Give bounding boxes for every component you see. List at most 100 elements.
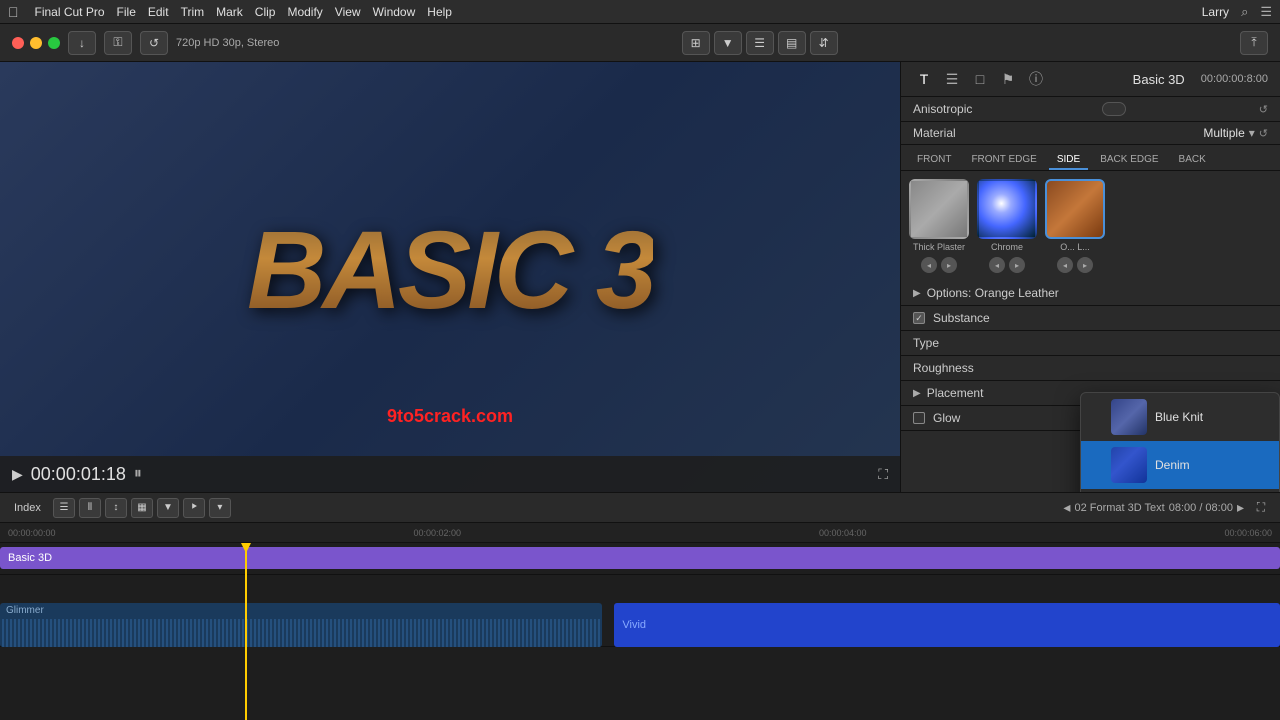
tl-ctrl-4[interactable]: ▦ (131, 498, 153, 518)
inspector-btn[interactable]: ⇵ (810, 31, 838, 55)
user-name: Larry (1202, 5, 1229, 19)
ruler-mark-3: 00:00:06:00 (1224, 528, 1272, 538)
search-icon[interactable]: ⌕ (1241, 4, 1248, 20)
swatch-next-btn[interactable]: ▸ (941, 257, 957, 273)
menu-trim[interactable]: Trim (181, 5, 205, 19)
reset-aniso-icon[interactable]: ↺ (1259, 103, 1268, 116)
index-button[interactable]: Index (8, 500, 47, 516)
substance-checkbox[interactable]: ✓ (913, 312, 925, 324)
swatch-chrome[interactable]: Chrome ◂ ▸ (977, 179, 1037, 273)
menu-modify[interactable]: Modify (287, 5, 322, 19)
menu-edit[interactable]: Edit (148, 5, 169, 19)
fullscreen-icon[interactable]: ⛶ (878, 466, 888, 483)
chrome-next-btn[interactable]: ▸ (1009, 257, 1025, 273)
viewer-bottom-bar: ▶ 00:00:01:18 ⏸ ⛶ (0, 456, 900, 492)
inspector-title: Basic 3D (1133, 72, 1185, 87)
material-tabs: FRONT FRONT EDGE SIDE BACK EDGE BACK (901, 145, 1280, 171)
text-inspector-tab[interactable]: T (913, 68, 935, 90)
inspector-panel: T ☰ □ ⚑ ⓘ Basic 3D 00:00:00:8:00 Anisotr… (900, 62, 1280, 492)
export-btn[interactable]: ⤒ (1240, 31, 1268, 55)
triangle-icon: ▶ (913, 288, 921, 299)
dropdown-item-blue-knit[interactable]: Blue Knit (1081, 393, 1279, 441)
roughness-label: Roughness (913, 361, 1268, 375)
tl-timecodes: ◂ 02 Format 3D Text 08:00 / 08:00 ▸ (1063, 499, 1244, 516)
pause-icon[interactable]: ⏸ (134, 465, 142, 483)
swatch-prev-btn[interactable]: ◂ (921, 257, 937, 273)
expand-btn[interactable]: ▼ (714, 31, 742, 55)
timeline: Index ☰ ⦀ ↕ ▦ ▼ ⯈ ▾ ◂ 02 Format 3D Text … (0, 492, 1280, 720)
dropdown-item-denim[interactable]: Denim (1081, 441, 1279, 489)
track-basic3d: Basic 3D (0, 543, 1280, 575)
rect-inspector-tab[interactable]: □ (969, 68, 991, 90)
reset-material-icon[interactable]: ↺ (1259, 127, 1268, 140)
type-row: Type (901, 331, 1280, 356)
swatch-chrome-label: Chrome (991, 242, 1023, 252)
tab-back-edge[interactable]: BACK EDGE (1092, 151, 1166, 170)
playhead[interactable] (245, 543, 247, 720)
tl-prev-btn[interactable]: ◂ (1063, 499, 1070, 516)
ruler-mark-1: 00:00:02:00 (413, 528, 461, 538)
close-button[interactable] (12, 37, 24, 49)
tab-front-edge[interactable]: FRONT EDGE (963, 151, 1044, 170)
checkmark-icon: ✓ (915, 313, 923, 324)
tl-ctrl-2[interactable]: ⦀ (79, 498, 101, 518)
menu-window[interactable]: Window (373, 5, 416, 19)
viewer-background: BASIC 3 9to5crack.com (0, 62, 900, 492)
tl-ctrl-cursor[interactable]: ⯈ (183, 498, 205, 518)
vivid-clip[interactable]: Vivid (614, 603, 1280, 647)
chrome-prev-btn[interactable]: ◂ (989, 257, 1005, 273)
minimize-button[interactable] (30, 37, 42, 49)
tab-side[interactable]: SIDE (1049, 151, 1088, 170)
tl-clip-name: 02 Format 3D Text (1074, 502, 1164, 514)
tab-front[interactable]: FRONT (909, 151, 959, 170)
menu-finalcutpro[interactable]: Final Cut Pro (35, 5, 105, 19)
tl-ctrl-1[interactable]: ☰ (53, 498, 75, 518)
swatch-orange-label: O... L... (1060, 242, 1090, 252)
material-row: Material Multiple ▾ ↺ (901, 122, 1280, 145)
info-inspector-tab[interactable]: ⓘ (1025, 68, 1047, 90)
glow-checkbox[interactable] (913, 412, 925, 424)
menu-expand-icon[interactable]: ☰ (1260, 4, 1272, 20)
menu-view[interactable]: View (335, 5, 361, 19)
placement-triangle-icon: ▶ (913, 388, 921, 399)
swatch-orange[interactable]: O... L... ◂ ▸ (1045, 179, 1105, 273)
list-view-btn[interactable]: ☰ (746, 31, 774, 55)
tl-next-btn[interactable]: ▸ (1237, 499, 1244, 516)
menu-help[interactable]: Help (427, 5, 452, 19)
tab-back[interactable]: BACK (1171, 151, 1214, 170)
list-inspector-tab[interactable]: ☰ (941, 68, 963, 90)
material-swatches: Thick Plaster ◂ ▸ Chrome ◂ ▸ (901, 171, 1280, 281)
inspector-header: T ☰ □ ⚑ ⓘ Basic 3D 00:00:00:8:00 (901, 62, 1280, 97)
save-button[interactable]: ↓ (68, 31, 96, 55)
flag-inspector-tab[interactable]: ⚑ (997, 68, 1019, 90)
menu-clip[interactable]: Clip (255, 5, 276, 19)
material-value-text: Multiple (1203, 126, 1244, 140)
grid-view-btn[interactable]: ⊞ (682, 31, 710, 55)
maximize-button[interactable] (48, 37, 60, 49)
swatch-thick-plaster[interactable]: Thick Plaster ◂ ▸ (909, 179, 969, 273)
key-button[interactable]: ⚿ (104, 31, 132, 55)
refresh-button[interactable]: ↺ (140, 31, 168, 55)
tl-ctrl-3[interactable]: ↕ (105, 498, 127, 518)
inspector-timecode: 00:00:00:8:00 (1201, 73, 1268, 85)
glimmer-clip[interactable]: Glimmer (0, 603, 602, 647)
check-blue-knit (1089, 410, 1103, 424)
dropdown-item-jacquard[interactable]: Jacquard (1081, 489, 1279, 492)
play-button[interactable]: ▶ (12, 466, 23, 483)
tl-ctrl-arrow[interactable]: ▾ (209, 498, 231, 518)
orange-next-btn[interactable]: ▸ (1077, 257, 1093, 273)
basic3d-clip[interactable]: Basic 3D (0, 547, 1280, 569)
traffic-lights (12, 37, 60, 49)
menu-file[interactable]: File (117, 5, 136, 19)
tl-fullscreen-btn[interactable]: ⛶ (1250, 498, 1272, 518)
tl-timecode-display: 08:00 / 08:00 (1169, 502, 1233, 514)
options-row[interactable]: ▶ Options: Orange Leather (901, 281, 1280, 306)
tl-ctrl-5[interactable]: ▼ (157, 498, 179, 518)
apple-logo[interactable]:  (8, 4, 19, 20)
material-label: Material (913, 126, 956, 140)
anisotropic-toggle[interactable] (1102, 102, 1126, 116)
clip-view-btn[interactable]: ▤ (778, 31, 806, 55)
menu-mark[interactable]: Mark (216, 5, 243, 19)
orange-prev-btn[interactable]: ◂ (1057, 257, 1073, 273)
material-dropdown-icon[interactable]: ▾ (1249, 126, 1255, 140)
